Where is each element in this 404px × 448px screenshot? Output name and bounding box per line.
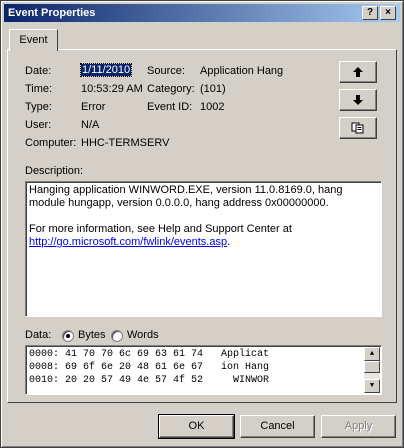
description-text: Hanging application WINWORD.EXE, version… [29, 184, 343, 209]
description-text-box[interactable]: Hanging application WINWORD.EXE, version… [25, 181, 382, 317]
date-value[interactable]: 1/11/2010 [79, 63, 133, 77]
cancel-button[interactable]: Cancel [240, 415, 315, 438]
help-button[interactable]: ? [362, 6, 378, 20]
copy-button[interactable] [339, 117, 377, 139]
apply-button[interactable]: Apply [321, 415, 396, 438]
previous-event-button[interactable] [339, 61, 377, 83]
type-label: Type: [25, 101, 52, 113]
tab-event[interactable]: Event [9, 29, 58, 51]
scroll-thumb[interactable] [364, 361, 380, 373]
window-title: Event Properties [8, 7, 96, 19]
tab-event-label: Event [19, 34, 48, 46]
computer-label: Computer: [25, 137, 77, 149]
scroll-up-icon[interactable]: ▲ [364, 347, 380, 361]
source-value: Application Hang [200, 65, 284, 77]
data-label: Data: [25, 329, 52, 341]
arrow-up-icon [353, 67, 363, 77]
title-bar[interactable]: Event Properties ? × [4, 4, 400, 22]
copy-icon [351, 122, 364, 134]
ok-button[interactable]: OK [158, 414, 235, 439]
arrow-down-icon [353, 95, 363, 105]
date-label: Date: [25, 65, 52, 77]
next-event-button[interactable] [339, 89, 377, 111]
words-radio[interactable] [111, 330, 123, 342]
description-help-text: For more information, see Help and Suppo… [29, 223, 292, 235]
help-link[interactable]: http://go.microsoft.com/fwlink/events.as… [29, 236, 227, 248]
computer-value: HHC-TERMSERV [81, 137, 170, 149]
event-id-value: 1002 [200, 101, 225, 113]
description-link-period: . [227, 236, 231, 248]
scroll-down-icon[interactable]: ▼ [364, 379, 380, 393]
data-scrollbar[interactable]: ▲ ▼ [364, 347, 380, 393]
bytes-radio-label[interactable]: Bytes [78, 329, 106, 341]
user-value: N/A [81, 119, 100, 131]
words-radio-label[interactable]: Words [127, 329, 159, 341]
category-label: Category: [147, 83, 195, 95]
time-value: 10:53:29 AM [81, 83, 143, 95]
category-value: (101) [200, 83, 226, 95]
event-properties-window: Event Properties ? × Event Date: 1/11/20… [0, 0, 404, 448]
time-label: Time: [25, 83, 53, 95]
user-label: User: [25, 119, 52, 131]
description-label: Description: [25, 165, 84, 177]
bytes-radio[interactable] [62, 330, 74, 342]
close-button[interactable]: × [380, 6, 396, 20]
data-hex-box[interactable]: 0000: 41 70 70 6c 69 63 61 74 Applicat 0… [25, 345, 382, 395]
data-row: 0000: 41 70 70 6c 69 63 61 74 Applicat [29, 349, 270, 360]
type-value: Error [81, 101, 106, 113]
event-id-label: Event ID: [147, 101, 193, 113]
source-label: Source: [147, 65, 185, 77]
data-row: 0008: 69 6f 6e 20 48 61 6e 67 ion Hang [29, 362, 270, 373]
data-row: 0010: 20 20 57 49 4e 57 4f 52 WINWOR [29, 375, 270, 386]
